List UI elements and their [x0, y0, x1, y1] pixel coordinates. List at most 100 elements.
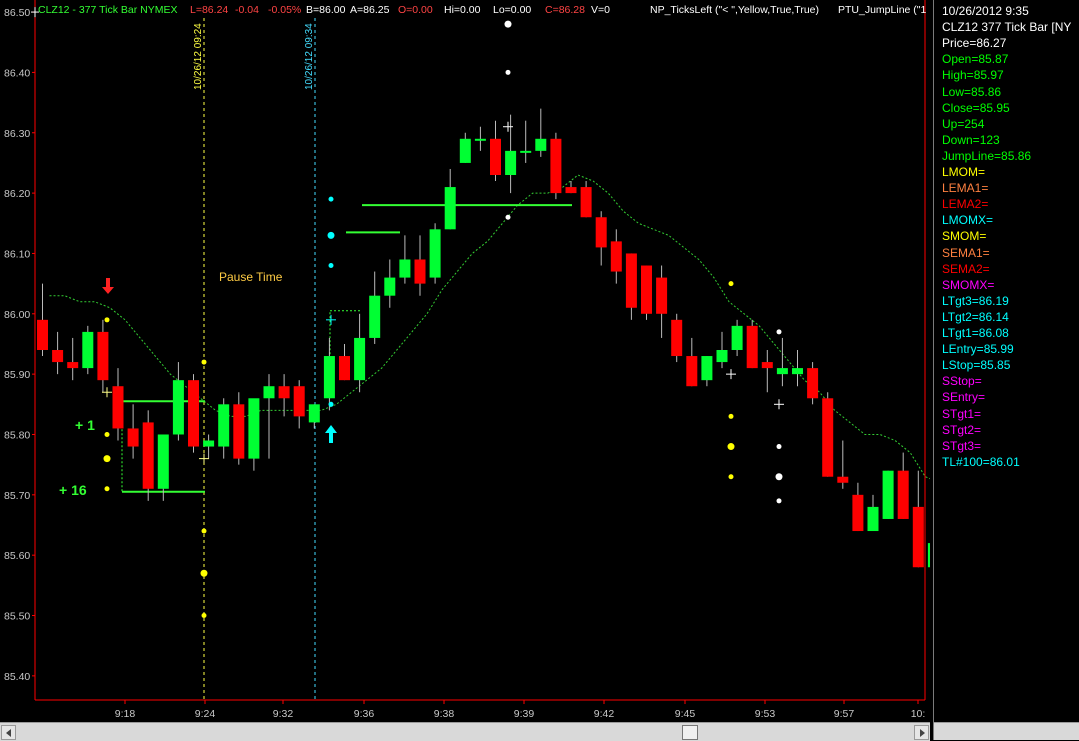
header-field: C=86.28: [545, 4, 585, 16]
candle-body: [656, 277, 668, 314]
time-line-label-0934: 10/26/12 09:34: [304, 23, 315, 90]
profit-label-1: + 1: [75, 417, 95, 433]
candle-body: [203, 440, 215, 447]
data-window-row: LMOM=: [942, 165, 986, 179]
data-window-row: SEntry=: [942, 390, 986, 405]
candle-body: [248, 398, 260, 459]
y-tick-label: 86.50: [4, 7, 30, 19]
time-line-label-0924: 10/26/12 09:24: [193, 23, 204, 90]
panel-scrollbar[interactable]: [934, 722, 1079, 740]
candle-body: [293, 386, 305, 417]
x-tick-label: 9:36: [354, 708, 375, 720]
candle-body: [897, 470, 909, 519]
data-window-row: Price=86.27: [942, 36, 1007, 51]
data-window-row: STgt3=: [942, 438, 982, 453]
y-tick-label: 85.80: [4, 429, 30, 441]
header-field: L=86.24: [190, 4, 228, 16]
x-tick-label: 9:18: [115, 708, 136, 720]
data-window-row: TL#100=86.01: [942, 454, 1020, 469]
candle-body: [369, 295, 381, 338]
data-window-row: LTgt1=86.08: [942, 326, 1009, 340]
signal-dot: [328, 263, 334, 269]
data-window-row: Up=254: [942, 116, 985, 131]
y-tick-label: 86.30: [4, 128, 30, 140]
candle-body: [822, 398, 834, 477]
x-tick-label: 9:38: [434, 708, 455, 720]
candle-body: [444, 187, 456, 230]
candle-body: [927, 543, 930, 568]
header-field: Hi=0.00: [444, 4, 481, 16]
signal-dot: [504, 20, 512, 28]
header-field: PTU_JumpLine ("1: [838, 4, 927, 16]
pause-time-label: Pause Time: [219, 270, 283, 284]
x-tick-label: 9:45: [675, 708, 696, 720]
header-field: -0.05%: [268, 4, 301, 16]
candle-body: [52, 350, 64, 363]
candle-body: [67, 362, 79, 369]
candle-body: [354, 337, 366, 381]
x-tick-label: 9:32: [273, 708, 294, 720]
data-window-row: 10/26/2012 9:35: [942, 4, 1029, 18]
scroll-right-button[interactable]: [914, 725, 929, 740]
chart-area[interactable]: 10/26/12 09:24 10/26/12 09:34 Pause Time +…: [0, 0, 930, 741]
candle-body: [218, 404, 230, 447]
jump-line-series: [49, 174, 930, 480]
candle-body: [641, 265, 652, 314]
candle-body: [882, 470, 894, 519]
candle-body: [263, 386, 275, 399]
candle-body: [671, 319, 683, 357]
signal-dot: [727, 443, 735, 451]
signal-dot: [776, 498, 782, 504]
signal-dot: [328, 401, 334, 407]
candle-body: [776, 368, 788, 375]
candle-body: [792, 368, 803, 375]
y-tick-label: 85.90: [4, 369, 30, 381]
header-field: A=86.25: [350, 4, 390, 16]
candle-body: [82, 331, 94, 369]
y-tick-label: 86.10: [4, 248, 30, 260]
chevron-right-icon: [920, 729, 925, 737]
candle-body: [550, 138, 562, 194]
candle-body: [157, 434, 169, 489]
candle-body: [535, 138, 547, 151]
candle-body: [505, 150, 517, 175]
candle-body: [837, 476, 849, 483]
candle-body: [414, 259, 426, 284]
candle-body: [852, 494, 864, 532]
candle-body: [97, 331, 109, 381]
y-tick-label: 86.40: [4, 67, 30, 79]
candle-body: [716, 350, 728, 363]
scroll-thumb[interactable]: [682, 725, 698, 740]
horizontal-scrollbar[interactable]: [0, 722, 930, 741]
signal-dot: [728, 281, 734, 287]
y-tick-label: 85.50: [4, 611, 30, 623]
candle-body: [520, 150, 532, 153]
candle-body: [278, 386, 290, 399]
data-window-row: Low=85.86: [942, 84, 1002, 99]
up-arrow-icon: [325, 425, 337, 443]
signal-dot: [728, 413, 734, 419]
scroll-left-button[interactable]: [1, 725, 16, 740]
candle-body: [142, 422, 154, 489]
candle-body: [339, 356, 350, 381]
data-window-row: High=85.97: [942, 68, 1004, 83]
data-window-row: LEMA1=: [942, 181, 989, 196]
header-field: CLZ12 - 377 Tick Bar NYMEX: [38, 4, 177, 16]
candle-body: [188, 380, 199, 447]
price-chart[interactable]: 10/26/12 09:24 10/26/12 09:34 Pause Time +…: [0, 0, 930, 740]
data-window-row: SStop=: [942, 374, 982, 389]
data-window-row: STgt2=: [942, 422, 982, 437]
signal-dot: [201, 528, 207, 534]
candle-body: [610, 241, 622, 272]
data-window-row: SEMA1=: [942, 245, 990, 260]
data-window-row: LEntry=85.99: [942, 342, 1014, 357]
data-window-row: LMOMX=: [942, 213, 994, 228]
candle-body: [580, 187, 592, 218]
header-field: Lo=0.00: [493, 4, 531, 16]
y-tick-label: 85.40: [4, 671, 30, 683]
data-window-row: Down=123: [942, 132, 1000, 147]
candle-body: [127, 428, 139, 447]
x-tick-label: 10:: [911, 708, 926, 720]
signal-dot: [103, 455, 111, 463]
candle-body: [761, 362, 773, 369]
